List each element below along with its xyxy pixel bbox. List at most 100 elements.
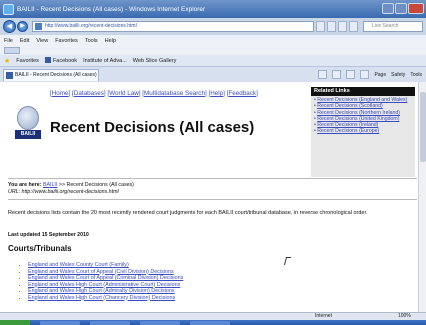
- breadcrumb-current: >> Recent Decisions (All cases): [58, 182, 134, 188]
- court-link[interactable]: England and Wales High Court (Chancery D…: [28, 295, 175, 301]
- divider: [8, 178, 417, 179]
- court-link[interactable]: England and Wales High Court (Administra…: [28, 282, 180, 288]
- court-link[interactable]: England and Wales Court of Appeal (Crimi…: [28, 275, 183, 281]
- favorites-star-icon[interactable]: ★: [4, 57, 10, 65]
- minimize-icon[interactable]: [382, 3, 394, 14]
- court-link[interactable]: England and Wales County Court (Family): [28, 262, 129, 268]
- related-links-header: Related Links: [311, 87, 415, 96]
- dropdown-icon[interactable]: [316, 21, 325, 32]
- page-content: BAILII [Home] [Databases] [World Law] [M…: [0, 82, 426, 312]
- link-databases[interactable]: Databases: [74, 90, 104, 97]
- refresh-icon[interactable]: [327, 21, 336, 32]
- print-icon[interactable]: [360, 70, 370, 79]
- taskbar: [0, 320, 426, 325]
- search-input[interactable]: Live Search: [363, 21, 423, 32]
- link-multidatabase-search[interactable]: Multidatabase Search: [144, 90, 205, 97]
- back-button[interactable]: ◀: [3, 20, 16, 33]
- courts-list: England and Wales County Court (Family) …: [22, 262, 183, 301]
- tab-label: BAILII - Recent Decisions (All cases): [15, 72, 97, 78]
- favorite-item-institute[interactable]: Institute of Adva...: [83, 58, 127, 64]
- related-link[interactable]: Recent Decisions (Northern Ireland): [317, 110, 400, 116]
- toolbar-row: [0, 46, 426, 55]
- link-home[interactable]: Home: [52, 90, 69, 97]
- related-link[interactable]: Recent Decisions (England and Wales): [317, 97, 407, 103]
- section-title: Courts/Tribunals: [8, 244, 72, 253]
- address-controls: [316, 21, 360, 32]
- menu-bar: File Edit View Favorites Tools Help: [0, 35, 426, 46]
- favorites-label[interactable]: Favorites: [16, 58, 39, 64]
- breadcrumb: You are here: BAILII >> Recent Decisions…: [8, 182, 134, 188]
- address-url: http://www.bailii.org/recent-decisions.h…: [45, 23, 137, 29]
- list-item: • Recent Decisions (Europe): [314, 128, 380, 135]
- title-bar: BAILII - Recent Decisions (All cases) - …: [0, 0, 426, 18]
- close-icon[interactable]: [408, 3, 424, 14]
- related-link[interactable]: Recent Decisions (Ireland): [317, 122, 378, 128]
- start-button[interactable]: [0, 320, 30, 325]
- address-input[interactable]: http://www.bailii.org/recent-decisions.h…: [32, 21, 314, 32]
- top-links: [Home] [Databases] [World Law] [Multidat…: [50, 90, 258, 97]
- link-world-law[interactable]: World Law: [109, 90, 139, 97]
- browser-window: BAILII - Recent Decisions (All cases) - …: [0, 0, 426, 325]
- window-controls: [382, 3, 424, 14]
- breadcrumb-prefix: You are here:: [8, 182, 42, 188]
- security-zone: Internet: [315, 313, 332, 319]
- command-safety[interactable]: Safety: [391, 72, 405, 78]
- related-link[interactable]: Recent Decisions (United Kingdom): [317, 116, 399, 122]
- menu-favorites[interactable]: Favorites: [55, 38, 78, 44]
- toolbar-chip[interactable]: [4, 47, 20, 54]
- facebook-icon: [44, 57, 51, 63]
- menu-file[interactable]: File: [4, 38, 13, 44]
- favorite-item-label: Facebook: [52, 58, 78, 64]
- stop-icon[interactable]: [338, 21, 347, 32]
- page-icon: [6, 72, 13, 79]
- related-links-list: • Recent Decisions (England and Wales) •…: [311, 96, 415, 136]
- intro-text: Recent decisions lists contain the 20 mo…: [8, 210, 368, 216]
- vertical-scrollbar[interactable]: [418, 82, 426, 312]
- taskbar-item[interactable]: [190, 321, 230, 325]
- scrollbar-thumb[interactable]: [420, 92, 426, 162]
- zoom-level[interactable]: 100%: [398, 313, 411, 319]
- tab-current[interactable]: BAILII - Recent Decisions (All cases): [3, 69, 99, 81]
- menu-view[interactable]: View: [36, 38, 48, 44]
- bailii-logo: BAILII: [15, 106, 41, 142]
- favorites-bar: ★ Favorites Facebook Institute of Adva..…: [0, 55, 426, 67]
- feeds-icon[interactable]: [332, 70, 342, 79]
- page-title: Recent Decisions (All cases): [50, 119, 255, 136]
- forward-button[interactable]: ▶: [17, 21, 28, 32]
- link-feedback[interactable]: Feedback: [228, 90, 256, 97]
- taskbar-item[interactable]: [90, 321, 130, 325]
- ie-icon: [3, 3, 14, 15]
- last-updated: Last updated 15 September 2010: [8, 232, 89, 238]
- favorite-item-webslice[interactable]: Web Slice Gallery: [133, 58, 177, 64]
- menu-help[interactable]: Help: [105, 38, 116, 44]
- globe-icon: [17, 106, 39, 130]
- page-icon: [35, 23, 42, 30]
- taskbar-item[interactable]: [140, 321, 180, 325]
- divider: [8, 199, 417, 200]
- command-page[interactable]: Page: [374, 72, 386, 78]
- window-title: BAILII - Recent Decisions (All cases) - …: [17, 5, 206, 13]
- home-icon[interactable]: [318, 70, 328, 79]
- menu-tools[interactable]: Tools: [85, 38, 98, 44]
- menu-edit[interactable]: Edit: [20, 38, 29, 44]
- related-link[interactable]: Recent Decisions (Scotland): [317, 103, 382, 109]
- favorite-item-facebook[interactable]: Facebook: [44, 57, 78, 64]
- related-links-box: Related Links • Recent Decisions (Englan…: [311, 87, 415, 177]
- breadcrumb-home-link[interactable]: BAILII: [43, 182, 57, 188]
- related-link[interactable]: Recent Decisions (Europe): [317, 128, 379, 134]
- tab-row: BAILII - Recent Decisions (All cases) Pa…: [0, 67, 426, 82]
- link-help[interactable]: Help: [210, 90, 223, 97]
- status-bar: Internet 100%: [0, 312, 426, 320]
- maximize-icon[interactable]: [395, 3, 407, 14]
- mail-icon[interactable]: [346, 70, 356, 79]
- address-row: ◀ ▶ http://www.bailii.org/recent-decisio…: [0, 18, 426, 35]
- mouse-cursor-icon: [283, 257, 292, 265]
- court-link[interactable]: England and Wales Court of Appeal (Civil…: [28, 269, 174, 275]
- compat-icon[interactable]: [349, 21, 358, 32]
- taskbar-item[interactable]: [40, 321, 80, 325]
- search-placeholder: Live Search: [372, 23, 399, 29]
- page-url: URL: http://www.bailii.org/recent-decisi…: [8, 189, 119, 195]
- list-item: England and Wales High Court (Chancery D…: [28, 295, 183, 302]
- command-tools[interactable]: Tools: [410, 72, 422, 78]
- court-link[interactable]: England and Wales High Court (Admiralty …: [28, 288, 175, 294]
